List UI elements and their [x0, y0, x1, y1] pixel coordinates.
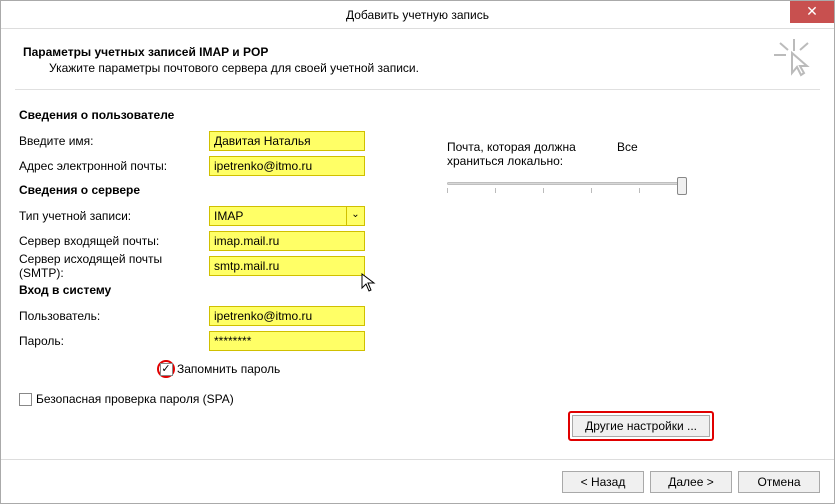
slider-tick — [495, 188, 496, 193]
dialog-body: Сведения о пользователе Введите имя: Дав… — [1, 90, 834, 406]
label-user: Пользователь: — [19, 309, 209, 323]
section-login: Вход в систему — [19, 283, 429, 297]
titlebar: Добавить учетную запись ✕ — [1, 1, 834, 29]
highlight-ring: Другие настройки ... — [568, 411, 714, 441]
label-account-type: Тип учетной записи: — [19, 209, 209, 223]
row-user: Пользователь: ipetrenko@itmo.ru — [19, 305, 429, 327]
row-incoming: Сервер входящей почты: imap.mail.ru — [19, 230, 429, 252]
input-password[interactable]: ******** — [209, 331, 365, 351]
slider-tick — [591, 188, 592, 193]
label-spa: Безопасная проверка пароля (SPA) — [36, 392, 234, 406]
right-column: Почта, которая должна храниться локально… — [429, 102, 816, 406]
header-title: Параметры учетных записей IMAP и POP — [23, 45, 812, 59]
select-value: IMAP — [209, 206, 365, 226]
offline-slider[interactable] — [447, 174, 687, 198]
row-offline-label: Почта, которая должна храниться локально… — [447, 140, 816, 168]
header-pane: Параметры учетных записей IMAP и POP Ука… — [15, 39, 820, 90]
label-all: Все — [617, 140, 638, 168]
back-button[interactable]: < Назад — [562, 471, 644, 493]
row-outgoing: Сервер исходящей почты (SMTP): smtp.mail… — [19, 255, 429, 277]
slider-handle[interactable] — [677, 177, 687, 195]
left-column: Сведения о пользователе Введите имя: Дав… — [19, 102, 429, 406]
row-password: Пароль: ******** — [19, 330, 429, 352]
label-email: Адрес электронной почты: — [19, 159, 209, 173]
checkbox-remember[interactable] — [160, 363, 173, 376]
row-account-type: Тип учетной записи: IMAP ⌄ — [19, 205, 429, 227]
slider-tick — [639, 188, 640, 193]
label-offline: Почта, которая должна храниться локально… — [447, 140, 617, 168]
close-icon: ✕ — [806, 3, 818, 19]
input-incoming[interactable]: imap.mail.ru — [209, 231, 365, 251]
input-user[interactable]: ipetrenko@itmo.ru — [209, 306, 365, 326]
highlight-circle — [157, 360, 175, 378]
input-email[interactable]: ipetrenko@itmo.ru — [209, 156, 365, 176]
select-account-type[interactable]: IMAP ⌄ — [209, 206, 365, 226]
next-button[interactable]: Далее > — [650, 471, 732, 493]
label-remember: Запомнить пароль — [177, 362, 280, 376]
label-outgoing: Сервер исходящей почты (SMTP): — [19, 252, 209, 280]
chevron-down-icon[interactable]: ⌄ — [346, 207, 364, 225]
row-name: Введите имя: Давитая Наталья — [19, 130, 429, 152]
label-incoming: Сервер входящей почты: — [19, 234, 209, 248]
label-password: Пароль: — [19, 334, 209, 348]
row-spa: Безопасная проверка пароля (SPA) — [19, 392, 429, 406]
input-name[interactable]: Давитая Наталья — [209, 131, 365, 151]
section-server-info: Сведения о сервере — [19, 183, 429, 197]
click-cursor-icon — [774, 39, 814, 79]
other-settings-wrap: Другие настройки ... — [568, 411, 714, 441]
slider-track — [447, 182, 687, 185]
input-outgoing[interactable]: smtp.mail.ru — [209, 256, 365, 276]
section-user-info: Сведения о пользователе — [19, 108, 429, 122]
row-remember: Запомнить пароль — [157, 360, 429, 378]
slider-tick — [543, 188, 544, 193]
row-email: Адрес электронной почты: ipetrenko@itmo.… — [19, 155, 429, 177]
header-subtitle: Укажите параметры почтового сервера для … — [49, 61, 812, 75]
label-name: Введите имя: — [19, 134, 209, 148]
slider-tick — [447, 188, 448, 193]
close-button[interactable]: ✕ — [790, 1, 834, 23]
footer: < Назад Далее > Отмена — [1, 459, 834, 503]
window-title: Добавить учетную запись — [346, 8, 489, 22]
cancel-button[interactable]: Отмена — [738, 471, 820, 493]
dialog-window: Добавить учетную запись ✕ Параметры учет… — [0, 0, 835, 504]
checkbox-spa[interactable] — [19, 393, 32, 406]
other-settings-button[interactable]: Другие настройки ... — [572, 415, 710, 437]
